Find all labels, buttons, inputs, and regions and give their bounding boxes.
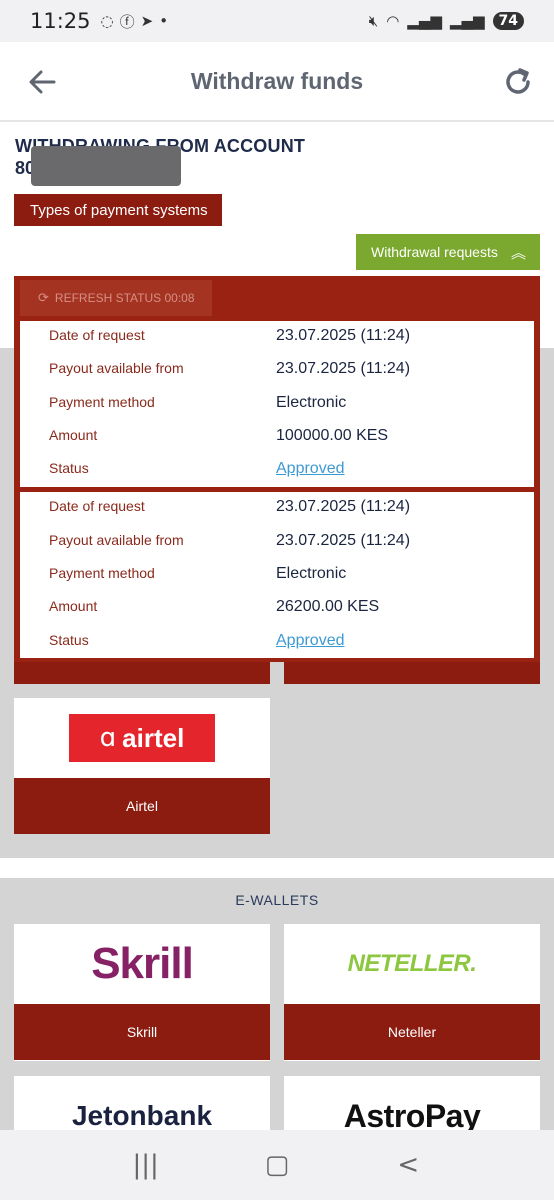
signal-2-icon: ▂▄▆ [449,12,485,30]
whatsapp-icon: ◌ [100,12,114,30]
section-divider [0,858,554,878]
withdrawal-requests-label: Withdrawal requests [371,244,498,260]
airtel-swirl-icon: ɑ [99,723,117,753]
system-nav-bar: ||| ▢ < [0,1130,554,1200]
payment-method-neteller[interactable]: NETELLER. Neteller [284,924,540,1061]
label: Status [49,632,89,648]
value: Electronic [276,565,347,582]
request-row-status: Status Approved [20,454,534,487]
airtel-logo-text: airtel [122,722,185,753]
request-row-method: Payment method Electronic [20,388,534,421]
withdrawal-requests-button[interactable]: Withdrawal requests ︽ [356,234,540,270]
refresh-status-button[interactable]: ⟳ REFRESH STATUS 00:08 [20,280,212,316]
back-icon[interactable]: < [388,1150,428,1180]
skrill-label: Skrill [14,1004,270,1060]
value: 26200.00 KES [276,598,380,615]
value: 23.07.2025 (11:24) [276,360,411,377]
request-row-date: Date of request 23.07.2025 (11:24) [20,492,534,525]
battery-icon: 74 [492,12,524,30]
payment-card-label-strip [14,662,270,684]
sync-icon: ⟳ [38,290,49,306]
request-card: Date of request 23.07.2025 (11:24) Payou… [20,321,534,487]
payment-card-label-strip [284,662,540,684]
status-bar: 11:25 ◌ ⓕ ➤ • 🔇︎ ◠ ▂▄▆ ▂▄▆ 74 [0,0,554,42]
account-info: WITHDRAWING FROM ACCOUNT 80 [15,136,535,186]
types-of-payment-button[interactable]: Types of payment systems [14,194,222,226]
request-row-method: Payment method Electronic [20,559,534,592]
ewallets-title: E-WALLETS [235,892,319,908]
label: Payment method [49,394,155,410]
request-row-status: Status Approved [20,626,534,659]
dot-icon: • [159,12,169,30]
request-row-amount: Amount 100000.00 KES [20,421,534,454]
status-approved-link[interactable]: Approved [276,632,345,650]
request-card: Date of request 23.07.2025 (11:24) Payou… [20,492,534,658]
back-arrow-icon[interactable] [24,64,60,100]
app-header: Withdraw funds [0,42,554,122]
value: 100000.00 KES [276,427,389,444]
notification-icons: ◌ ⓕ ➤ • [101,11,169,32]
recent-apps-icon[interactable]: ||| [126,1150,166,1180]
status-time: 11:25 [30,9,91,33]
value: 23.07.2025 (11:24) [276,327,411,344]
value: Electronic [276,394,347,411]
value: 23.07.2025 (11:24) [276,532,411,549]
label: Payout available from [49,360,184,376]
label: Status [49,460,89,476]
label: Date of request [49,327,145,343]
label: Date of request [49,498,145,514]
value: 23.07.2025 (11:24) [276,498,411,515]
wifi-icon: ◠ [386,12,400,30]
telegram-icon: ➤ [140,12,154,30]
request-row-payout: Payout available from 23.07.2025 (11:24) [20,526,534,559]
request-row-payout: Payout available from 23.07.2025 (11:24) [20,354,534,387]
signal-icon: ▂▄▆ [407,12,442,30]
label: Amount [49,598,98,614]
skrill-logo: Skrill [91,939,194,988]
airtel-label: Airtel [14,778,270,834]
skrill-logo-area: Skrill [14,924,270,1004]
mute-icon: 🔇︎ [368,12,379,30]
facebook-icon: ⓕ [119,12,135,31]
neteller-label: Neteller [284,1004,540,1060]
status-approved-link[interactable]: Approved [276,460,345,478]
neteller-logo-area: NETELLER. [284,924,540,1004]
request-row-date: Date of request 23.07.2025 (11:24) [20,321,534,354]
airtel-logo-area: ɑ airtel [14,698,270,778]
system-icons: 🔇︎ ◠ ▂▄▆ ▂▄▆ 74 [369,12,524,30]
page-title: Withdraw funds [190,67,364,94]
chevron-up-icon: ︽ [510,243,526,262]
refresh-status-label: REFRESH STATUS 00:08 [54,291,195,305]
neteller-logo: NETELLER. [347,950,477,977]
payment-method-skrill[interactable]: Skrill Skrill [14,924,270,1061]
redaction-mask [31,146,181,186]
request-row-amount: Amount 26200.00 KES [20,592,534,625]
jetonbank-logo: Jetonbank [71,1100,213,1131]
label: Amount [49,427,98,443]
home-icon[interactable]: ▢ [257,1150,297,1180]
refresh-icon[interactable] [500,64,536,100]
astropay-logo: AstroPay [343,1097,481,1134]
label: Payout available from [49,532,184,548]
payment-method-airtel[interactable]: ɑ airtel Airtel [14,698,270,834]
label: Payment method [49,565,155,581]
airtel-logo: ɑ airtel [69,714,215,762]
